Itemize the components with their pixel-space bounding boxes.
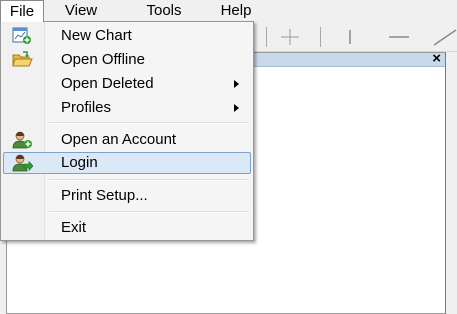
submenu-arrow-icon [234, 104, 239, 112]
menu-item-open-account[interactable]: Open an Account [3, 129, 251, 151]
toolbar-separator [320, 27, 321, 47]
menu-item-label: New Chart [61, 27, 132, 44]
menu-item-label: Exit [61, 219, 87, 236]
menu-item-label: Open Offline [61, 51, 145, 68]
menu-separator [49, 179, 249, 181]
crosshair-icon[interactable] [278, 26, 302, 48]
close-icon[interactable]: × [432, 50, 441, 68]
file-menu-dropdown: New Chart Open Offline Open Deleted Prof… [0, 21, 254, 241]
menu-item-label: Print Setup... [61, 187, 148, 204]
menu-item-print-setup[interactable]: Print Setup... [3, 185, 251, 207]
menu-item-login[interactable]: Login [3, 152, 251, 174]
menu-item-exit[interactable]: Exit [3, 217, 251, 239]
menu-item-open-deleted[interactable]: Open Deleted [3, 73, 251, 95]
user-login-icon [12, 154, 33, 172]
menu-separator [49, 122, 249, 124]
menu-separator [49, 211, 249, 213]
menu-item-label: Open Deleted [61, 75, 154, 92]
menu-file[interactable]: File [0, 0, 44, 22]
menu-item-label: Open an Account [61, 131, 177, 148]
menu-tools[interactable]: Tools [134, 0, 194, 22]
menu-bar: File View Tools Help [0, 0, 457, 22]
submenu-arrow-icon [234, 80, 239, 88]
menu-help[interactable]: Help [208, 0, 264, 22]
menu-item-label: Login [61, 154, 98, 171]
menu-item-open-offline[interactable]: Open Offline [3, 49, 251, 71]
new-chart-icon [12, 27, 31, 44]
horizontal-line-icon[interactable] [386, 26, 412, 48]
menu-item-label: Profiles [61, 99, 112, 116]
menu-view[interactable]: View [58, 0, 104, 22]
menu-item-new-chart[interactable]: New Chart [3, 25, 251, 47]
window-frame [446, 52, 457, 313]
menu-item-profiles[interactable]: Profiles [3, 97, 251, 119]
trendline-icon[interactable] [430, 26, 457, 48]
folder-open-icon [12, 51, 33, 67]
vertical-line-icon[interactable] [340, 26, 360, 48]
user-add-icon [12, 131, 32, 149]
toolbar-separator [266, 27, 267, 47]
